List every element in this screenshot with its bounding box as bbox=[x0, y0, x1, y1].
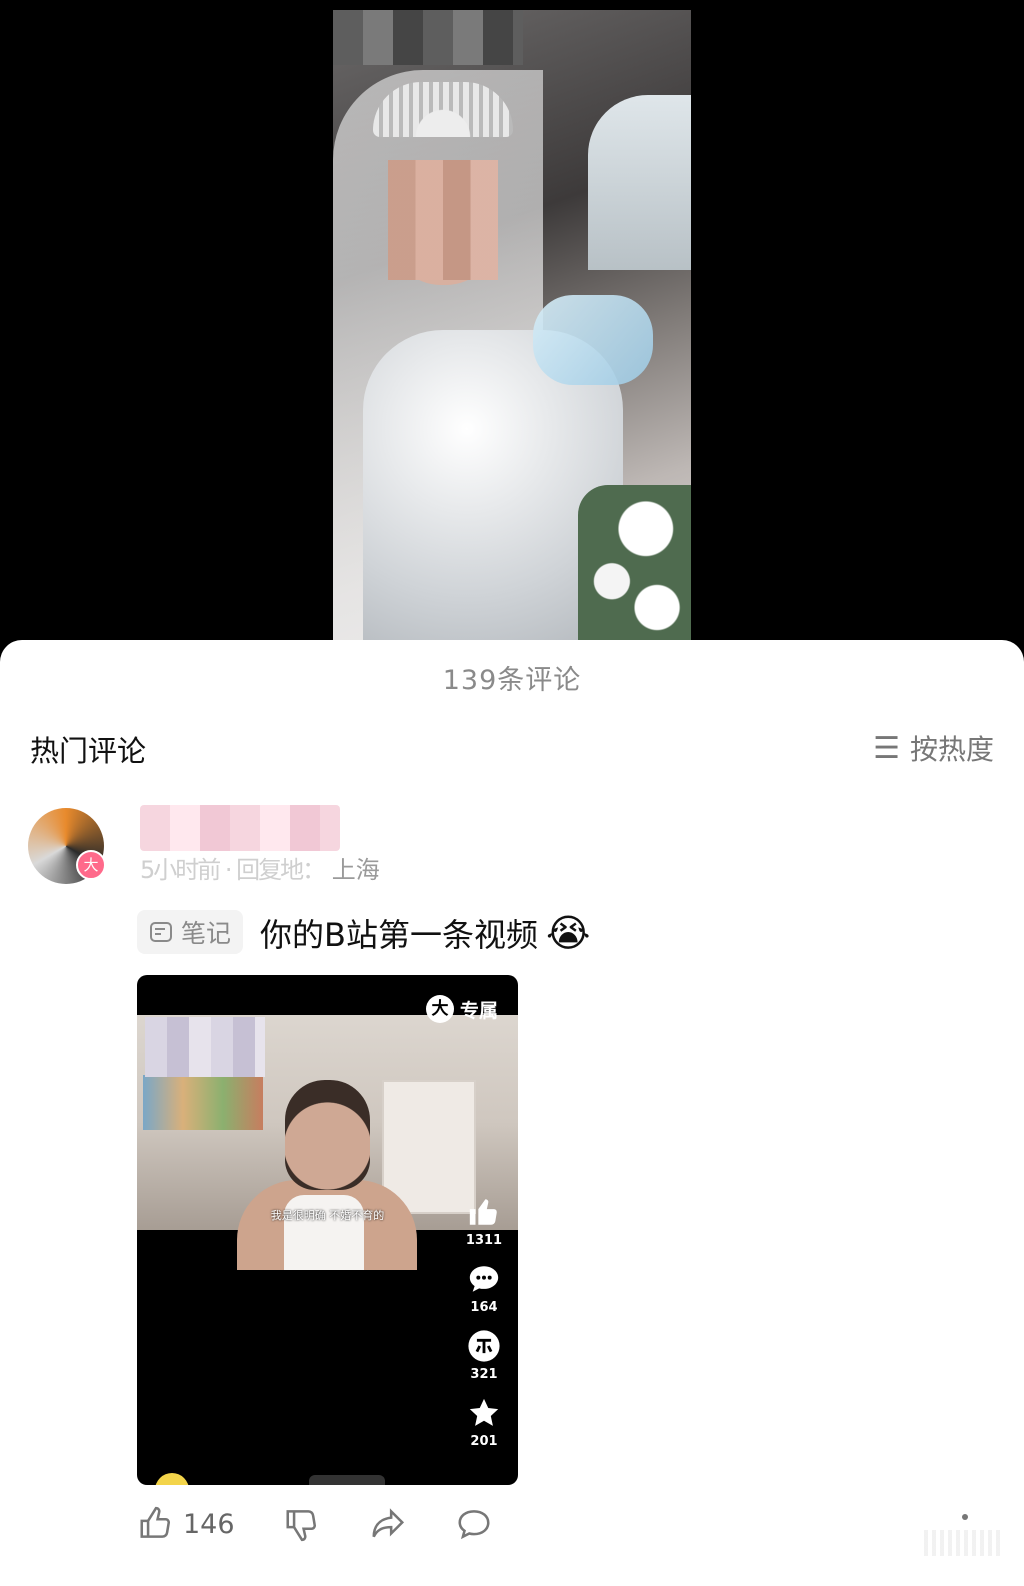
thumbs-up-icon bbox=[467, 1195, 501, 1229]
comments-sheet: 139条评论 热门评论 ☰ 按热度 大 5小时前 · 回复地： 上海 笔记 你的… bbox=[0, 640, 1024, 1586]
garter bbox=[533, 295, 653, 385]
favorite-stat[interactable]: 201 bbox=[467, 1396, 501, 1449]
comment-time: 5小时前 · 回复地： bbox=[140, 856, 326, 884]
favorite-count: 201 bbox=[470, 1434, 498, 1449]
sort-button[interactable]: ☰ 按热度 bbox=[873, 728, 994, 768]
coin-stat[interactable]: 321 bbox=[467, 1329, 501, 1382]
exclusive-label: 专属 bbox=[459, 999, 498, 1022]
watermark bbox=[924, 1530, 1004, 1556]
comment-stat[interactable]: 164 bbox=[467, 1262, 501, 1315]
face-mosaic bbox=[388, 160, 498, 280]
video-side-stats: 1311 164 321 201 bbox=[462, 1195, 506, 1463]
tiara bbox=[373, 82, 513, 137]
car-window bbox=[588, 95, 691, 270]
like-count: 1311 bbox=[465, 1233, 503, 1248]
note-tag-label: 笔记 bbox=[181, 919, 232, 948]
username-blurred[interactable] bbox=[140, 805, 340, 851]
comment-bubble-icon bbox=[458, 1510, 490, 1540]
section-title: 热门评论 bbox=[30, 734, 147, 768]
dislike-button[interactable] bbox=[283, 1505, 321, 1543]
comment-location: 上海 bbox=[331, 856, 380, 884]
person-head bbox=[285, 1080, 370, 1190]
thumbs-down-icon bbox=[286, 1510, 316, 1542]
thumbs-up-icon bbox=[140, 1506, 170, 1538]
comment-actions: 146 bbox=[137, 1505, 493, 1543]
card-bottom-handle bbox=[309, 1475, 385, 1485]
avatar-badge: 大 bbox=[76, 850, 106, 880]
embedded-video-card[interactable]: 我是很明确 不婚不育的 大 专属 1311 164 321 201 bbox=[137, 975, 518, 1485]
top-video[interactable] bbox=[0, 0, 1024, 660]
comment-text: 你的B站第一条视频 😭 bbox=[260, 910, 590, 956]
video-mosaic bbox=[145, 1017, 265, 1077]
star-icon bbox=[467, 1396, 501, 1430]
note-tag[interactable]: 笔记 bbox=[137, 910, 244, 954]
comment-body: 你的B站第一条视频 bbox=[260, 916, 538, 954]
note-icon bbox=[150, 922, 172, 942]
video-frame[interactable] bbox=[333, 10, 691, 660]
share-button[interactable] bbox=[369, 1505, 407, 1543]
like-stat[interactable]: 1311 bbox=[466, 1195, 502, 1248]
coin-icon bbox=[467, 1329, 501, 1363]
share-icon bbox=[372, 1508, 404, 1538]
da-icon: 大 bbox=[425, 995, 454, 1023]
comment-count: 139条评论 bbox=[442, 665, 582, 696]
coin-count: 321 bbox=[470, 1367, 498, 1382]
like-count: 146 bbox=[183, 1508, 235, 1540]
top-mosaic bbox=[333, 10, 523, 65]
wall-map bbox=[143, 1075, 263, 1130]
sort-label: 按热度 bbox=[909, 733, 994, 766]
exclusive-badge: 大 专属 bbox=[425, 995, 498, 1023]
comment-bubble-icon bbox=[467, 1262, 501, 1296]
crying-emoji-icon: 😭 bbox=[545, 911, 591, 955]
video-subtitle: 我是很明确 不婚不育的 bbox=[270, 1209, 385, 1222]
reply-button[interactable] bbox=[455, 1505, 493, 1543]
like-button[interactable]: 146 bbox=[137, 1505, 235, 1543]
comment-count-stat: 164 bbox=[470, 1300, 498, 1315]
more-dot-icon[interactable] bbox=[962, 1514, 968, 1520]
card-bottom-avatar bbox=[155, 1473, 189, 1485]
list-icon: ☰ bbox=[873, 730, 900, 766]
bouquet bbox=[578, 485, 691, 660]
comment-meta: 5小时前 · 回复地： 上海 bbox=[140, 850, 380, 885]
